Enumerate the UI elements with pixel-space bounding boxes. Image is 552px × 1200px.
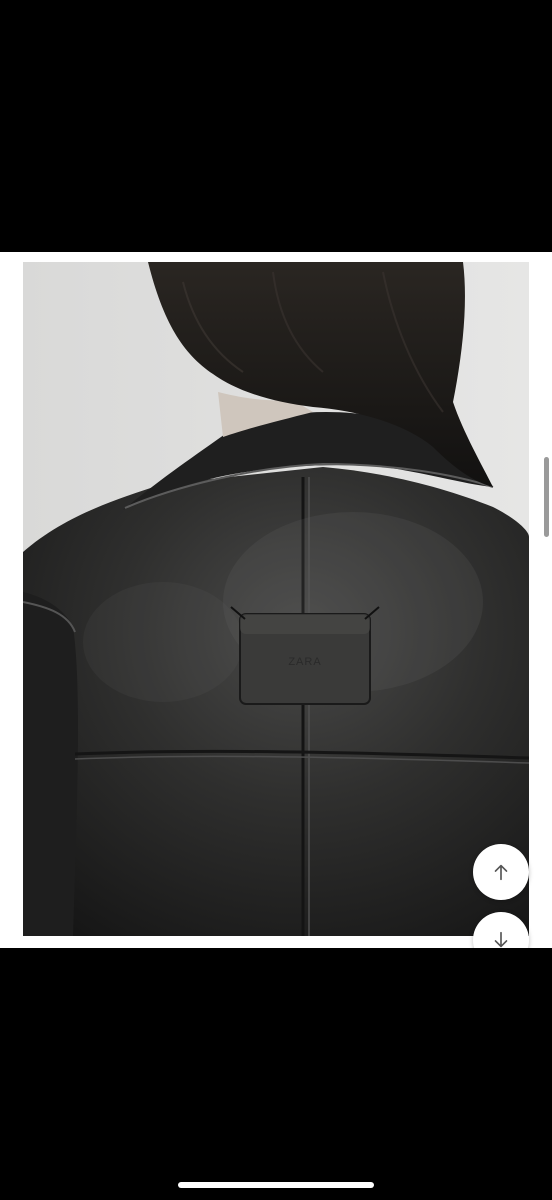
arrow-up-icon: [494, 864, 508, 881]
patch-label: ZARA: [288, 656, 321, 668]
scrollbar[interactable]: [544, 457, 549, 537]
product-photo[interactable]: ZARA: [23, 262, 529, 936]
image-viewer: ZARA: [0, 252, 552, 968]
bottom-black-area: [0, 948, 552, 1200]
scroll-up-button[interactable]: [473, 844, 529, 900]
home-indicator[interactable]: [178, 1182, 374, 1188]
top-black-area: [0, 0, 552, 252]
